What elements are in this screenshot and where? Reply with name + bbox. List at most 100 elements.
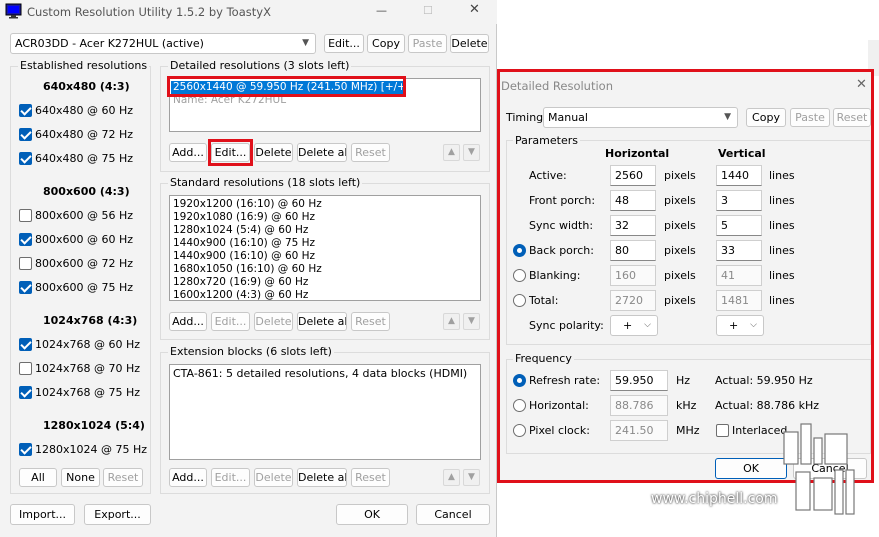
move-down-icon[interactable]: ▼ [463, 469, 480, 486]
extension-delete-button[interactable]: Delete [254, 468, 293, 487]
monitor-select[interactable]: ACR03DD - Acer K272HUL (active) ▼ [10, 33, 316, 54]
move-up-icon[interactable]: ▲ [443, 469, 460, 486]
param-horizontal-unit: pixels [664, 244, 696, 257]
sync-polarity-vertical-select[interactable]: + ⌵ [716, 315, 764, 336]
total-radio[interactable] [513, 294, 526, 307]
checkbox[interactable] [19, 209, 32, 222]
minimize-button[interactable]: — [376, 4, 387, 18]
checkbox-label: 800x600 @ 75 Hz [35, 281, 134, 294]
standard-resolutions-list[interactable]: 1920x1200 (16:10) @ 60 Hz 1920x1080 (16:… [169, 195, 481, 301]
checkbox[interactable] [19, 443, 32, 456]
checkbox[interactable] [19, 128, 32, 141]
param-vertical-input[interactable]: 1481 [716, 290, 762, 311]
standard-edit-button[interactable]: Edit... [211, 312, 250, 331]
param-vertical-input[interactable]: 33 [716, 240, 762, 261]
standard-add-button[interactable]: Add... [169, 312, 207, 331]
list-item[interactable]: 1920x1200 (16:10) @ 60 Hz [173, 198, 322, 211]
maximize-button[interactable]: ☐ [423, 4, 433, 18]
export-button[interactable]: Export... [84, 504, 151, 525]
standard-resolutions-title: Standard resolutions (18 slots left) [168, 176, 363, 190]
checkbox[interactable] [19, 152, 32, 165]
list-item[interactable]: 1280x1024 (5:4) @ 60 Hz [173, 224, 308, 237]
close-button[interactable]: ✕ [469, 3, 480, 17]
ok-button[interactable]: OK [336, 504, 408, 525]
list-item[interactable]: CTA-861: 5 detailed resolutions, 4 data … [173, 367, 467, 380]
timing-paste-button[interactable]: Paste [790, 108, 830, 127]
checkbox[interactable] [19, 362, 32, 375]
param-horizontal-input[interactable]: 160 [610, 265, 656, 286]
list-item[interactable]: 1440x900 (16:10) @ 75 Hz [173, 237, 315, 250]
checkbox[interactable] [19, 281, 32, 294]
param-vertical-input[interactable]: 5 [716, 215, 762, 236]
blanking-radio[interactable] [513, 269, 526, 282]
checkbox-label: 800x600 @ 56 Hz [35, 209, 134, 222]
param-vertical-input[interactable]: 3 [716, 190, 762, 211]
back-porch-radio[interactable] [513, 244, 526, 257]
established-reset-button[interactable]: Reset [103, 468, 143, 487]
detailed-add-button[interactable]: Add... [169, 143, 207, 162]
checkbox[interactable] [19, 257, 32, 270]
detailed-reset-button[interactable]: Reset [351, 143, 390, 162]
monitor-copy-button[interactable]: Copy [367, 34, 405, 53]
move-down-icon[interactable]: ▼ [463, 144, 480, 161]
param-horizontal-unit: pixels [664, 169, 696, 182]
checkbox[interactable] [19, 338, 32, 351]
checkbox[interactable] [19, 386, 32, 399]
interlaced-checkbox[interactable] [716, 424, 729, 437]
extension-delete-all-button[interactable]: Delete all [297, 468, 347, 487]
param-horizontal-input[interactable]: 32 [610, 215, 656, 236]
param-vertical-input[interactable]: 1440 [716, 165, 762, 186]
param-horizontal-input[interactable]: 2560 [610, 165, 656, 186]
standard-reset-button[interactable]: Reset [351, 312, 390, 331]
list-item[interactable]: 1920x1080 (16:9) @ 60 Hz [173, 211, 315, 224]
timing-copy-button[interactable]: Copy [746, 108, 786, 127]
horizontal-freq-radio[interactable] [513, 399, 526, 412]
refresh-rate-input[interactable]: 59.950 [610, 370, 668, 391]
monitor-delete-button[interactable]: Delete [450, 34, 489, 53]
extension-blocks-list[interactable]: CTA-861: 5 detailed resolutions, 4 data … [169, 364, 481, 460]
param-label: Front porch: [529, 194, 596, 207]
frequency-title: Frequency [513, 352, 574, 366]
move-up-icon[interactable]: ▲ [443, 313, 460, 330]
dialog-close-button[interactable]: ✕ [856, 78, 867, 92]
monitor-edit-button[interactable]: Edit... [324, 34, 364, 53]
sync-polarity-horizontal-select[interactable]: + ⌵ [610, 315, 658, 336]
extension-add-button[interactable]: Add... [169, 468, 207, 487]
checkbox[interactable] [19, 233, 32, 246]
extension-edit-button[interactable]: Edit... [211, 468, 250, 487]
monitor-paste-button[interactable]: Paste [408, 34, 447, 53]
established-none-button[interactable]: None [61, 468, 100, 487]
refresh-rate-radio[interactable] [513, 374, 526, 387]
list-item[interactable]: 1280x720 (16:9) @ 60 Hz [173, 276, 308, 289]
watermark-url: www.chiphell.com [651, 491, 778, 507]
established-group-header: 1280x1024 (5:4) [43, 419, 145, 432]
list-item[interactable]: 1600x1200 (4:3) @ 60 Hz [173, 289, 308, 302]
established-all-button[interactable]: All [19, 468, 57, 487]
detailed-delete-button[interactable]: Delete [254, 143, 293, 162]
param-horizontal-input[interactable]: 48 [610, 190, 656, 211]
standard-delete-all-button[interactable]: Delete all [297, 312, 347, 331]
param-horizontal-input[interactable]: 80 [610, 240, 656, 261]
param-vertical-input[interactable]: 41 [716, 265, 762, 286]
checkbox-label: 640x480 @ 72 Hz [35, 128, 134, 141]
param-horizontal-unit: pixels [664, 269, 696, 282]
detailed-delete-all-button[interactable]: Delete all [297, 143, 347, 162]
cancel-button[interactable]: Cancel [416, 504, 490, 525]
pixel-clock-input[interactable]: 241.50 [610, 420, 668, 441]
move-up-icon[interactable]: ▲ [443, 144, 460, 161]
standard-delete-button[interactable]: Delete [254, 312, 293, 331]
import-button[interactable]: Import... [10, 504, 75, 525]
list-item[interactable]: 1680x1050 (16:10) @ 60 Hz [173, 263, 322, 276]
extension-reset-button[interactable]: Reset [351, 468, 390, 487]
param-horizontal-input[interactable]: 2720 [610, 290, 656, 311]
list-item[interactable]: 1440x900 (16:10) @ 60 Hz [173, 250, 315, 263]
checkbox[interactable] [19, 104, 32, 117]
move-down-icon[interactable]: ▼ [463, 313, 480, 330]
freq-label: Horizontal: [529, 399, 589, 412]
pixel-clock-radio[interactable] [513, 424, 526, 437]
timing-select[interactable]: Manual ▼ [543, 107, 738, 128]
timing-reset-button[interactable]: Reset [833, 108, 871, 127]
horizontal-freq-input[interactable]: 88.786 [610, 395, 668, 416]
dialog-ok-button[interactable]: OK [715, 458, 787, 479]
param-vertical-unit: lines [769, 169, 795, 182]
